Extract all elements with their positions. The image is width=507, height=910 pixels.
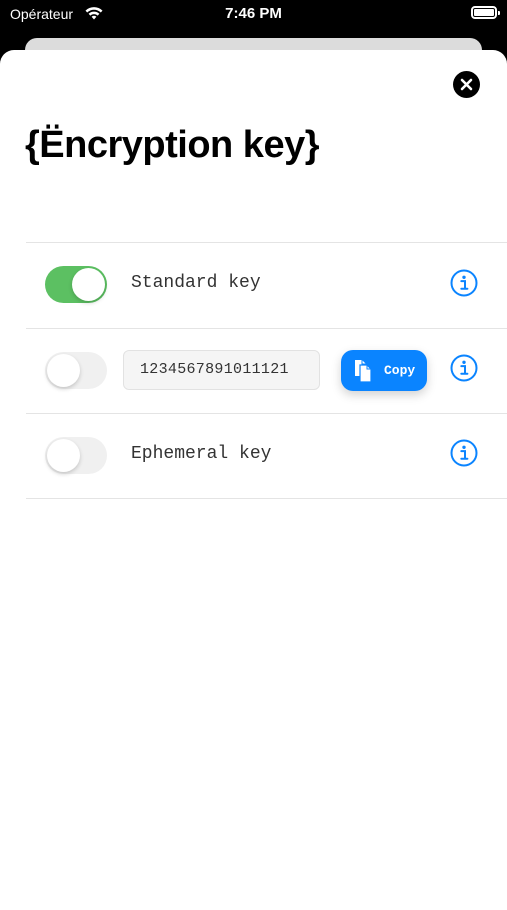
option-row-ephemeral: Ephemeral key: [0, 414, 507, 499]
copy-button[interactable]: Copy: [341, 350, 427, 391]
ephemeral-key-label: Ephemeral key: [131, 444, 272, 464]
custom-key-toggle[interactable]: [45, 352, 107, 389]
standard-key-toggle[interactable]: [45, 266, 107, 303]
close-icon: [460, 78, 473, 91]
key-value-field[interactable]: 1234567891011121: [123, 350, 320, 390]
option-row-standard: Standard key: [0, 243, 507, 328]
option-row-custom-key: 1234567891011121 Copy: [0, 329, 507, 414]
status-time: 7:46 PM: [225, 5, 282, 22]
status-bar: Opérateur 7:46 PM: [0, 0, 507, 30]
page-title: {Ëncryption key}: [25, 124, 320, 166]
close-button[interactable]: [453, 71, 480, 98]
standard-key-label: Standard key: [131, 273, 261, 293]
battery-icon: [471, 6, 500, 19]
copy-button-label: Copy: [384, 363, 416, 378]
info-icon[interactable]: [450, 439, 478, 467]
info-icon[interactable]: [450, 354, 478, 382]
divider: [26, 498, 507, 499]
info-icon[interactable]: [450, 269, 478, 297]
document-icon: [355, 360, 372, 383]
ephemeral-key-toggle[interactable]: [45, 437, 107, 474]
